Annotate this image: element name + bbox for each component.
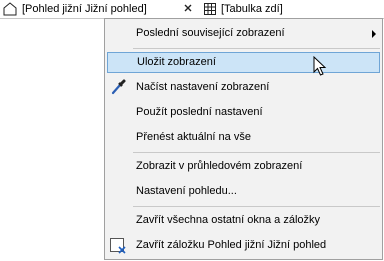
tab-label: [Tabulka zdí]: [221, 3, 283, 15]
eyedropper-icon: [111, 79, 126, 95]
menu-item-view-settings[interactable]: Nastavení pohledu...: [105, 181, 382, 202]
menu-item-label: Zobrazit v průhledovém zobrazení: [136, 160, 303, 172]
menu-item-label: Přenést aktuální na vše: [136, 131, 251, 143]
menu-item-show-in-see-through-view[interactable]: Zobrazit v průhledovém zobrazení: [105, 156, 382, 177]
menu-item-label: Použít poslední nastavení: [136, 106, 263, 118]
tab-context-menu: Poslední související zobrazení Uložit zo…: [104, 18, 383, 260]
menu-item-label: Zavřít záložku Pohled jižní Jižní pohled: [136, 239, 327, 251]
menu-item-apply-current-to-all[interactable]: Přenést aktuální na vše: [105, 127, 382, 148]
submenu-arrow-icon: [372, 30, 376, 38]
menu-item-load-view-settings[interactable]: Načíst nastavení zobrazení: [105, 77, 382, 98]
menu-item-label: Načíst nastavení zobrazení: [136, 81, 270, 93]
mouse-pointer-icon: [313, 56, 327, 76]
menu-item-label: Nastavení pohledu...: [136, 185, 237, 197]
menu-item-label: Poslední související zobrazení: [136, 27, 285, 39]
menu-item-close-tab[interactable]: Zavřít záložku Pohled jižní Jižní pohled: [105, 235, 382, 256]
menu-item-recent-related-views[interactable]: Poslední související zobrazení: [105, 23, 382, 44]
close-icon[interactable]: [181, 1, 195, 15]
tab-label: [Pohled jižní Jižní pohled]: [22, 3, 147, 15]
menu-item-save-view[interactable]: Uložit zobrazení: [107, 52, 380, 73]
menu-item-use-last-settings[interactable]: Použít poslední nastavení: [105, 102, 382, 123]
menu-item-label: Zavřít všechna ostatní okna a záložky: [136, 214, 321, 226]
elevation-view-icon: [3, 2, 17, 16]
document-tab-bar: [Pohled jižní Jižní pohled] [Tabulka zdí…: [0, 0, 384, 19]
menu-item-label: Uložit zobrazení: [137, 56, 216, 68]
menu-separator: [133, 152, 380, 153]
menu-separator: [133, 48, 380, 49]
tab-south-elevation[interactable]: [Pohled jižní Jižní pohled]: [2, 0, 147, 18]
close-tab-icon: [110, 238, 126, 254]
menu-separator: [133, 206, 380, 207]
tab-wall-table[interactable]: [Tabulka zdí]: [203, 0, 283, 18]
table-grid-icon: [204, 3, 216, 15]
menu-item-close-all-other[interactable]: Zavřít všechna ostatní okna a záložky: [105, 210, 382, 231]
